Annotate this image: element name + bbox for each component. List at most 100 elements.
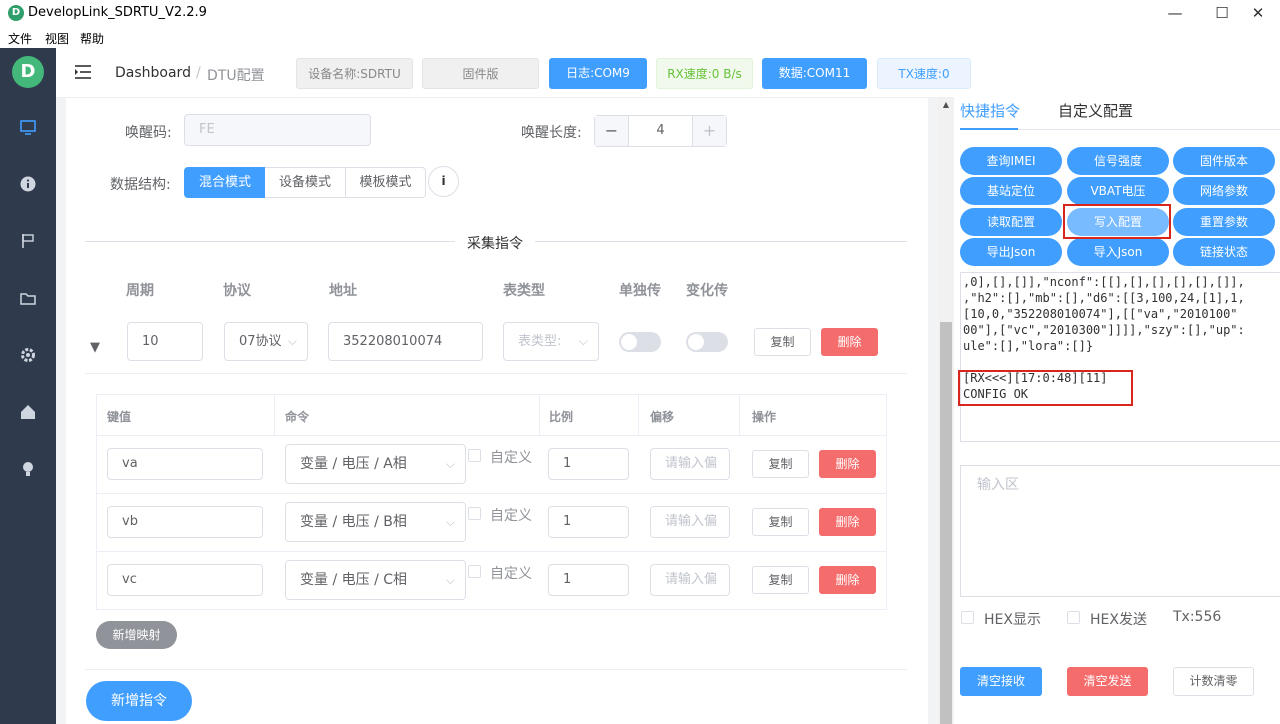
copy-mapping-button[interactable]: 复制 (752, 508, 809, 536)
protocol-value: 07协议 (239, 334, 282, 349)
monitor-icon[interactable] (18, 118, 38, 138)
firmware-version-button[interactable]: 固件版本 (1173, 147, 1275, 175)
mode-template-button[interactable]: 模板模式 (345, 167, 426, 198)
hex-send-checkbox[interactable] (1067, 611, 1080, 624)
collect-section-title: 采集指令 (455, 233, 535, 253)
export-json-button[interactable]: 导出Json (960, 238, 1062, 266)
meter-type-select[interactable]: 表类型: ⌵ (503, 322, 599, 361)
info-icon[interactable] (18, 175, 38, 195)
period-input[interactable]: 10 (127, 322, 203, 361)
breadcrumb-dashboard[interactable]: Dashboard (115, 65, 191, 81)
mode-mixed-button[interactable]: 混合模式 (184, 167, 266, 198)
close-button[interactable]: ✕ (1238, 2, 1278, 24)
col-ratio: 比例 (549, 410, 574, 424)
reset-params-button[interactable]: 重置参数 (1173, 208, 1275, 236)
scrollbar-thumb[interactable] (940, 322, 952, 724)
wake-length-value[interactable]: 4 (629, 116, 692, 146)
custom-checkbox[interactable] (468, 449, 481, 462)
address-input[interactable]: 352208010074 (328, 322, 483, 361)
console-line: [10,0,"352208010074"],[["va","2010100" (963, 307, 1238, 321)
minimize-button[interactable]: — (1155, 2, 1195, 24)
command-select[interactable]: 变量 / 电压 / B相 ⌵ (285, 502, 466, 542)
clear-send-button[interactable]: 清空发送 (1067, 667, 1148, 696)
delete-mapping-button[interactable]: 删除 (819, 566, 876, 594)
chevron-down-icon: ⌵ (578, 334, 588, 348)
offset-input[interactable]: 请输入偏 (650, 564, 730, 596)
increment-button[interactable]: + (692, 116, 726, 146)
gear-icon[interactable] (18, 346, 38, 366)
bulb-icon[interactable] (18, 460, 38, 480)
import-json-button[interactable]: 导入Json (1067, 238, 1169, 266)
highlight-box (958, 370, 1133, 406)
custom-label: 自定义 (490, 450, 532, 466)
folder-icon[interactable] (18, 289, 38, 309)
change-send-switch[interactable] (686, 332, 728, 352)
add-mapping-button[interactable]: 新增映射 (96, 621, 177, 649)
query-imei-button[interactable]: 查询IMEI (960, 147, 1062, 175)
key-input[interactable]: vc (107, 564, 263, 596)
clear-receive-button[interactable]: 清空接收 (960, 667, 1042, 696)
menu-toggle-icon[interactable] (74, 64, 92, 85)
command-value: 变量 / 电压 / A相 (300, 456, 407, 472)
protocol-select[interactable]: 07协议 ⌵ (224, 322, 308, 361)
mode-device-button[interactable]: 设备模式 (265, 167, 346, 198)
base-station-button[interactable]: 基站定位 (960, 177, 1062, 205)
ratio-input[interactable]: 1 (548, 448, 629, 480)
flag-icon[interactable] (18, 232, 38, 252)
console-line: ,"h2":[],"mb":[],"d6":[[3,100,24,[1],1, (963, 291, 1245, 305)
tx-count: Tx:556 (1173, 609, 1222, 625)
command-select[interactable]: 变量 / 电压 / C相 ⌵ (285, 560, 466, 600)
wake-code-input: FE (184, 114, 371, 146)
col-actions: 操作 (752, 410, 777, 424)
reset-count-button[interactable]: 计数清零 (1173, 667, 1254, 696)
hex-display-checkbox[interactable] (961, 611, 974, 624)
custom-checkbox[interactable] (468, 507, 481, 520)
command-value: 变量 / 电压 / B相 (300, 514, 407, 530)
menu-help[interactable]: 帮助 (80, 30, 104, 47)
col-offset: 偏移 (650, 410, 675, 424)
scroll-up-icon[interactable]: ▲ (938, 100, 954, 114)
console-line: ,0],[],[]],"nconf":[[],[],[],[],[],[]], (963, 275, 1245, 289)
copy-command-button[interactable]: 复制 (754, 328, 811, 356)
delete-mapping-button[interactable]: 删除 (819, 508, 876, 536)
sidebar (0, 48, 56, 724)
add-command-button[interactable]: 新增指令 (86, 681, 192, 721)
key-input[interactable]: va (107, 448, 263, 480)
copy-mapping-button[interactable]: 复制 (752, 450, 809, 478)
command-select[interactable]: 变量 / 电压 / A相 ⌵ (285, 444, 466, 484)
ratio-input[interactable]: 1 (548, 564, 629, 596)
data-port-button[interactable]: 数据:COM11 (762, 58, 867, 89)
network-params-button[interactable]: 网络参数 (1173, 177, 1275, 205)
breadcrumb-current: DTU配置 (207, 68, 265, 84)
info-icon[interactable]: i (428, 166, 459, 197)
log-port-button[interactable]: 日志:COM9 (549, 58, 647, 89)
console-line: 00"],["vc","2010300"]]]],"szy":[],"up": (963, 323, 1245, 337)
col-address: 地址 (329, 283, 357, 299)
vbat-voltage-button[interactable]: VBAT电压 (1067, 177, 1169, 205)
home-icon[interactable] (18, 403, 38, 423)
send-input-area[interactable]: 输入区 (960, 465, 1280, 597)
delete-mapping-button[interactable]: 删除 (819, 450, 876, 478)
data-structure-label: 数据结构: (110, 177, 171, 193)
copy-mapping-button[interactable]: 复制 (752, 566, 809, 594)
custom-checkbox[interactable] (468, 565, 481, 578)
tab-custom-config[interactable]: 自定义配置 (1058, 100, 1133, 121)
ratio-input[interactable]: 1 (548, 506, 629, 538)
delete-command-button[interactable]: 删除 (821, 328, 878, 356)
menu-view[interactable]: 视图 (45, 30, 69, 47)
expand-row-icon[interactable]: ▼ (90, 340, 100, 355)
link-status-button[interactable]: 链接状态 (1173, 238, 1275, 266)
meter-type-placeholder: 表类型: (518, 334, 562, 349)
row-divider (85, 669, 907, 670)
decrement-button[interactable]: − (595, 116, 629, 146)
tab-quick-commands[interactable]: 快捷指令 (960, 100, 1020, 121)
menu-file[interactable]: 文件 (8, 30, 32, 47)
read-config-button[interactable]: 读取配置 (960, 208, 1062, 236)
signal-strength-button[interactable]: 信号强度 (1067, 147, 1169, 175)
offset-input[interactable]: 请输入偏 (650, 448, 730, 480)
maximize-button[interactable]: ☐ (1202, 2, 1242, 24)
receive-console[interactable]: ,0],[],[]],"nconf":[[],[],[],[],[],[]],,… (960, 272, 1280, 442)
separate-send-switch[interactable] (619, 332, 661, 352)
offset-input[interactable]: 请输入偏 (650, 506, 730, 538)
key-input[interactable]: vb (107, 506, 263, 538)
